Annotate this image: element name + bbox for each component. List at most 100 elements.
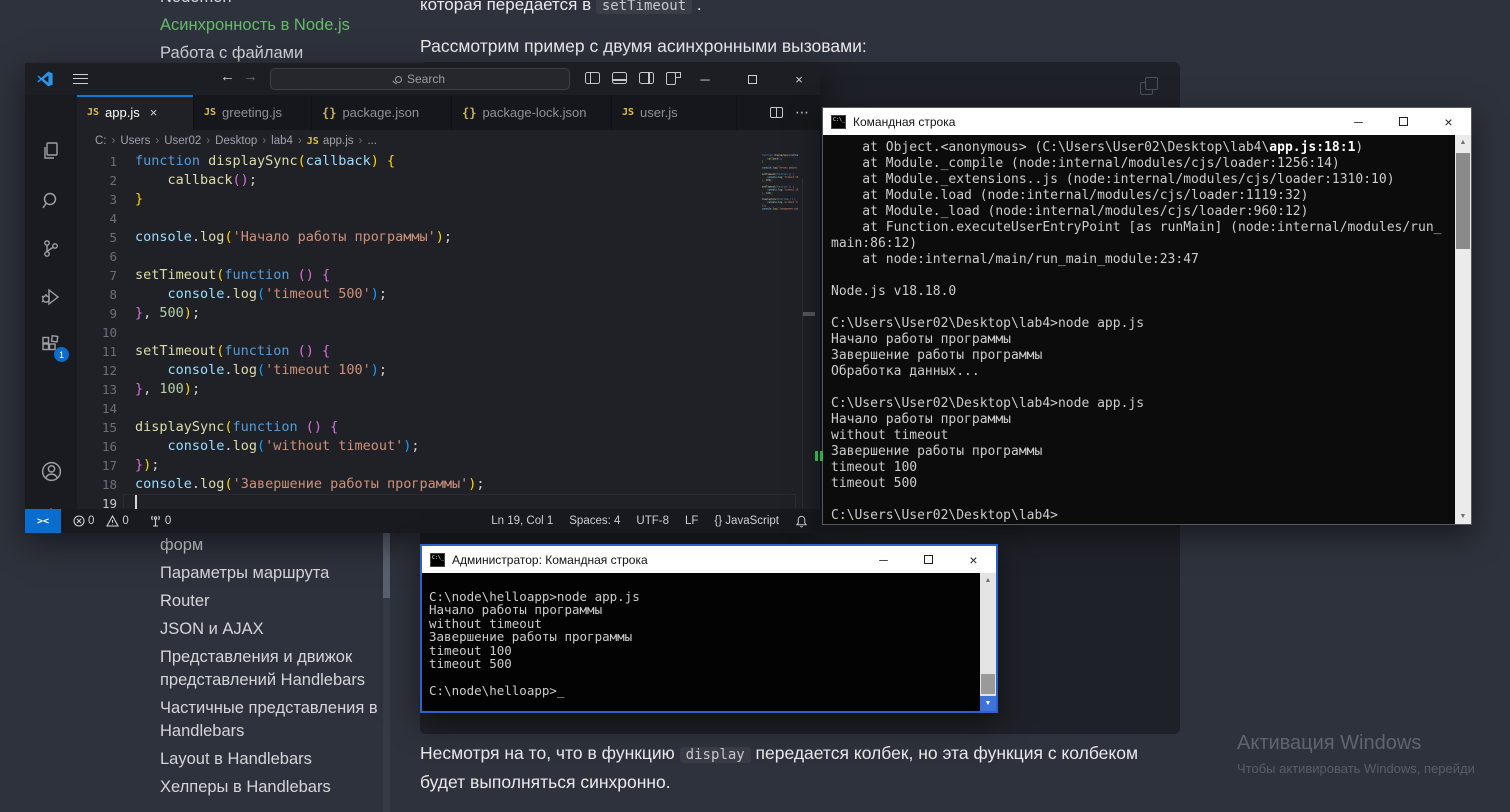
toggle-secondary-sidebar-icon[interactable] <box>639 72 654 84</box>
vscode-maximize-button[interactable] <box>735 63 769 95</box>
copy-code-button[interactable] <box>1140 76 1162 98</box>
admin-cmd-maximize-button[interactable] <box>906 546 951 573</box>
errors-indicator[interactable]: 0 <box>73 515 94 527</box>
code-line: 2 callback(); <box>77 171 820 190</box>
status-item[interactable]: LF <box>685 515 698 527</box>
sidebar-scrollbar[interactable] <box>383 520 390 812</box>
cmd-icon: C:\_ <box>831 115 846 129</box>
admin-cmd-minimize-button[interactable]: ─ <box>861 546 906 573</box>
split-editor-icon[interactable] <box>770 107 783 118</box>
sidebar-link[interactable]: Хелперы в Handlebars <box>160 776 395 799</box>
nav-forward-button[interactable]: → <box>243 68 258 85</box>
sidebar-link[interactable]: Параметры маршрута <box>160 562 395 585</box>
breadcrumb-item[interactable]: app.js <box>323 135 354 147</box>
terminal-line: Начало работы программы <box>831 412 1451 428</box>
breadcrumb-item[interactable]: ... <box>367 135 377 147</box>
breadcrumb-item[interactable]: C: <box>95 135 107 147</box>
terminal-line: main:86:12) <box>831 236 1451 252</box>
code-editor[interactable]: 1function displaySync(callback) {2 callb… <box>77 152 820 509</box>
source-control-icon[interactable] <box>37 235 65 263</box>
editor-scrollbar-thumb[interactable] <box>803 312 815 316</box>
inline-code-display: display <box>680 747 751 763</box>
breadcrumb-item[interactable]: lab4 <box>271 135 293 147</box>
menu-icon[interactable] <box>73 74 88 84</box>
cmd-close-button[interactable]: × <box>1426 108 1471 135</box>
code-line: 13}, 100); <box>77 380 820 399</box>
file-type-icon: JS <box>307 136 319 147</box>
admin-cmd-titlebar: C:\_ Администратор: Командная строка ─ × <box>422 546 996 573</box>
terminal-line: Завершение работы программы <box>831 348 1451 364</box>
code-line: 9}, 500); <box>77 304 820 323</box>
tab-package-lock.json[interactable]: {}package-lock.json <box>452 95 612 130</box>
cmd-scrollbar-thumb[interactable] <box>1456 153 1470 249</box>
code-line: 1function displaySync(callback) { <box>77 152 820 171</box>
terminal-line: Начало работы программы <box>429 603 976 617</box>
status-item[interactable]: UTF-8 <box>636 515 669 527</box>
scroll-up-icon[interactable]: ▲ <box>980 573 996 588</box>
status-item[interactable]: {} JavaScript <box>714 515 779 527</box>
admin-cmd-title: Администратор: Командная строка <box>452 553 648 567</box>
toggle-panel-icon[interactable] <box>612 72 627 84</box>
minimap[interactable]: function displaySync(callback) { callbac… <box>762 154 798 214</box>
breadcrumb-item[interactable]: Desktop <box>215 135 257 147</box>
breadcrumb-item[interactable]: User02 <box>164 135 201 147</box>
cmd-minimize-button[interactable]: ─ <box>1336 108 1381 135</box>
admin-cmd-output-area[interactable]: C:\node\helloapp>node app.jsНачало работ… <box>422 573 996 711</box>
cmd-output-area[interactable]: at Object.<anonymous> (C:\Users\User02\D… <box>823 135 1471 524</box>
admin-cmd-scrollbar-thumb[interactable] <box>981 674 995 694</box>
tab-package.json[interactable]: {}package.json <box>312 95 452 130</box>
sidebar-link[interactable]: Частичные представления в Handlebars <box>160 697 395 743</box>
run-debug-icon[interactable] <box>37 283 65 311</box>
editor-edge-line <box>802 178 803 509</box>
status-item[interactable]: Ln 19, Col 1 <box>491 515 553 527</box>
cmd-titlebar: C:\_ Командная строка ─ × <box>823 108 1471 135</box>
extensions-badge: 1 <box>54 347 69 362</box>
vscode-search-box[interactable]: Search <box>270 68 570 90</box>
terminal-line: at Module.load (node:internal/modules/cj… <box>831 188 1451 204</box>
extensions-icon[interactable]: 1 <box>37 331 65 359</box>
tab-close-icon[interactable]: × <box>150 105 158 120</box>
sidebar-link[interactable]: Layout в Handlebars <box>160 748 395 771</box>
warnings-indicator[interactable]: 0 <box>106 515 128 527</box>
toggle-sidebar-icon[interactable] <box>585 72 600 84</box>
editor-actions-more-icon[interactable]: ⋯ <box>795 104 810 121</box>
doc-paragraph-bottom-line2: будет выполняться синхронно. <box>420 772 671 793</box>
explorer-icon[interactable] <box>37 137 65 165</box>
sidebar-link[interactable]: Представления и движок представлений Han… <box>160 646 395 692</box>
admin-cmd-scrollbar[interactable]: ▲ ▼ <box>980 573 996 711</box>
vscode-close-button[interactable]: × <box>782 63 816 95</box>
tab-user.js[interactable]: JSuser.js <box>612 95 737 130</box>
scroll-up-icon[interactable]: ▲ <box>1455 135 1471 150</box>
scroll-down-icon[interactable]: ▼ <box>1455 509 1471 524</box>
sidebar-scrollbar-thumb[interactable] <box>383 532 390 598</box>
customize-layout-icon[interactable] <box>666 72 681 84</box>
cmd-maximize-button[interactable] <box>1381 108 1426 135</box>
ports-indicator[interactable]: 0 <box>149 515 171 527</box>
vscode-tab-bar: JSapp.js×JSgreeting.js{}package.json{}pa… <box>77 95 820 130</box>
sidebar-link[interactable]: Асинхронность в Node.js <box>160 14 350 37</box>
vscode-logo-icon <box>37 71 53 87</box>
tab-app.js[interactable]: JSapp.js× <box>77 95 194 130</box>
code-line: 8 console.log('timeout 500'); <box>77 285 820 304</box>
status-item[interactable]: Spaces: 4 <box>569 515 620 527</box>
accounts-icon[interactable] <box>37 457 65 485</box>
search-sidebar-icon[interactable] <box>37 187 65 215</box>
vscode-minimize-button[interactable]: ─ <box>688 63 722 95</box>
breadcrumb-item[interactable]: Users <box>120 135 150 147</box>
remote-indicator[interactable]: >< <box>25 509 61 533</box>
cmd-scrollbar[interactable]: ▲ ▼ <box>1455 135 1471 524</box>
sidebar-link[interactable]: JSON и AJAX <box>160 618 395 641</box>
code-line: 5console.log('Начало работы программы'); <box>77 228 820 247</box>
screen-artifact <box>815 448 825 466</box>
scroll-down-icon[interactable]: ▼ <box>980 696 996 711</box>
notifications-bell-icon[interactable] <box>795 515 808 528</box>
sidebar-link[interactable]: Nodemon <box>160 0 232 9</box>
sidebar-link[interactable]: Работа с файлами <box>160 42 303 65</box>
search-icon <box>395 76 402 83</box>
desktop: Nodemon Асинхронность в Node.js Работа с ф… <box>0 0 1510 812</box>
nav-back-button[interactable]: ← <box>220 68 235 85</box>
sidebar-link[interactable]: Router <box>160 590 395 613</box>
admin-cmd-close-button[interactable]: × <box>951 546 996 573</box>
terminal-line <box>429 671 976 685</box>
tab-greeting.js[interactable]: JSgreeting.js <box>194 95 312 130</box>
